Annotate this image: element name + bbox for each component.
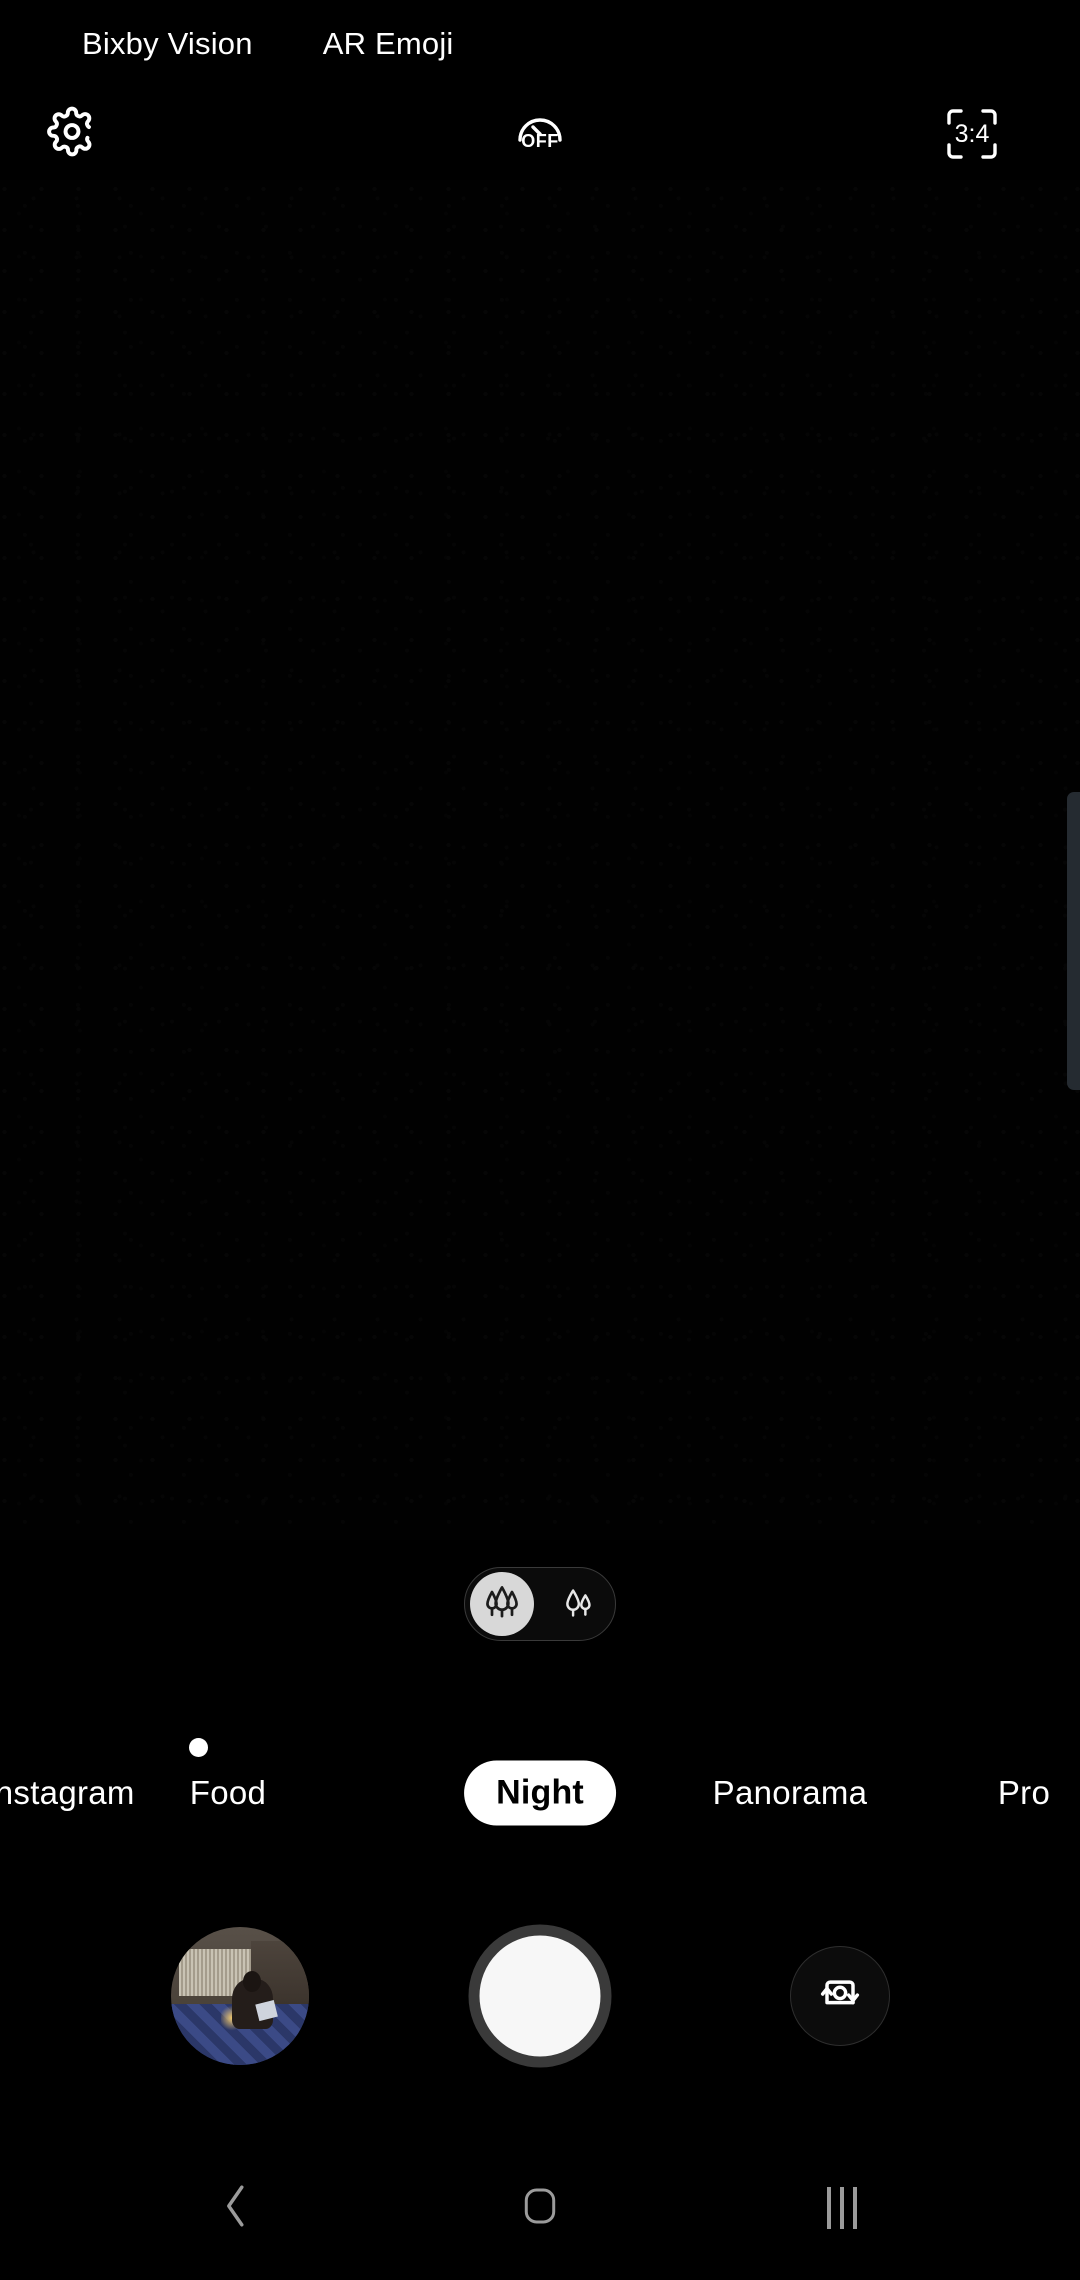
nav-recents-button[interactable] xyxy=(797,2163,887,2253)
camera-app-screen: Bixby Vision AR Emoji OFF 3:4 Instagram … xyxy=(0,0,1080,2280)
viewfinder-noise xyxy=(0,180,1080,1540)
timer-button[interactable]: OFF xyxy=(512,106,568,162)
mode-instagram[interactable]: Instagram xyxy=(0,1774,135,1812)
camera-toolbar: OFF 3:4 xyxy=(0,88,1080,180)
three-trees-icon xyxy=(482,1582,522,1627)
gear-icon xyxy=(47,106,97,162)
mode-indicator-dot xyxy=(189,1738,208,1757)
mode-carousel[interactable]: Instagram Food Night Panorama Pro xyxy=(0,1738,1080,1848)
mode-panorama[interactable]: Panorama xyxy=(713,1774,868,1812)
nav-item-ar-emoji[interactable]: AR Emoji xyxy=(323,26,454,62)
two-trees-icon xyxy=(560,1584,596,1625)
thumbnail-person-head xyxy=(242,1971,261,1992)
mode-night[interactable]: Night xyxy=(464,1760,616,1826)
top-nav: Bixby Vision AR Emoji xyxy=(0,0,1080,88)
edge-scroll-handle[interactable] xyxy=(1067,792,1080,1090)
recents-bars-icon xyxy=(827,2187,857,2229)
lens-option-ultra-wide[interactable] xyxy=(470,1572,534,1636)
lens-option-wide[interactable] xyxy=(546,1572,610,1636)
mode-food[interactable]: Food xyxy=(190,1774,266,1812)
gallery-thumbnail-button[interactable] xyxy=(171,1927,309,2065)
timer-icon: OFF xyxy=(512,106,568,162)
settings-button[interactable] xyxy=(47,106,97,162)
android-navigation-bar xyxy=(0,2136,1080,2280)
back-chevron-icon xyxy=(218,2180,254,2237)
shutter-button[interactable] xyxy=(468,1924,612,2068)
lens-zoom-toggle xyxy=(464,1567,616,1641)
camera-switch-button[interactable] xyxy=(790,1946,890,2046)
nav-back-button[interactable] xyxy=(191,2163,281,2253)
camera-switch-icon xyxy=(814,1968,866,2025)
home-square-icon xyxy=(519,2182,561,2235)
timer-value: OFF xyxy=(521,130,559,151)
capture-bar xyxy=(0,1856,1080,2136)
aspect-ratio-button[interactable]: 3:4 xyxy=(943,105,1001,163)
aspect-ratio-value: 3:4 xyxy=(954,119,990,148)
aspect-ratio-icon: 3:4 xyxy=(943,105,1001,163)
camera-viewfinder[interactable] xyxy=(0,180,1080,1540)
mode-pro[interactable]: Pro xyxy=(998,1774,1050,1812)
nav-home-button[interactable] xyxy=(495,2163,585,2253)
nav-item-bixby-vision[interactable]: Bixby Vision xyxy=(82,26,253,62)
